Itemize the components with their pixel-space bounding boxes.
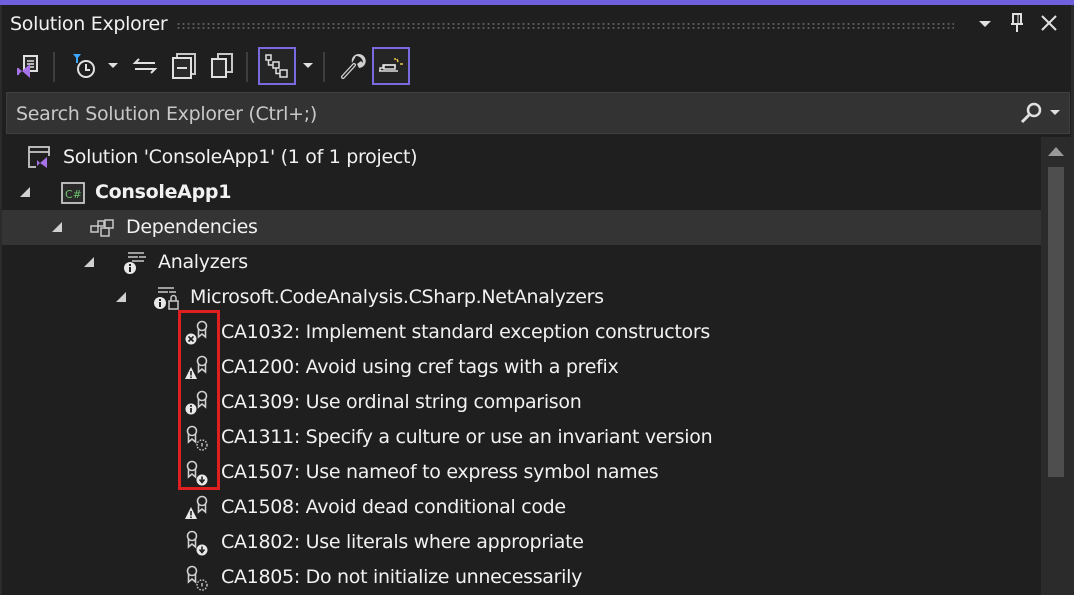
tree-item-label: CA1805: Do not initialize unnecessarily [221,566,583,588]
title-bar[interactable]: Solution Explorer [0,5,1074,41]
analyzer-package-icon [154,287,179,310]
tree-item-rule[interactable]: CA1311: Specify a culture or use an inva… [2,420,1041,455]
hierarchy-view-dropdown[interactable] [296,47,320,85]
hierarchy-view-button[interactable] [258,47,296,85]
tree-item-label: Microsoft.CodeAnalysis.CSharp.NetAnalyze… [190,286,604,308]
toolbar-separator [53,52,55,82]
tree-item-label: CA1309: Use ordinal string comparison [221,391,582,413]
close-icon [1041,15,1057,31]
chevron-down-icon[interactable] [1049,109,1061,117]
tree-item-analyzers[interactable]: Analyzers [2,245,1041,280]
collapse-all-icon [172,53,196,79]
preview-selected-items-button[interactable] [372,47,410,85]
toolbar-separator [246,52,248,82]
tree-item-rule[interactable]: CA1508: Avoid dead conditional code [2,490,1041,525]
scroll-up-arrow-icon[interactable] [1048,147,1064,156]
wrench-icon [341,54,366,79]
expand-arrow-icon[interactable] [84,257,94,267]
toolbar [0,44,1074,90]
tree-item-label: Solution 'ConsoleApp1' (1 of 1 project) [63,146,418,168]
search-input[interactable]: Search Solution Explorer (Ctrl+;) [16,103,317,125]
search-options[interactable] [1019,101,1061,125]
tree-item-rule[interactable]: CA1802: Use literals where appropriate [2,525,1041,560]
expand-arrow-icon[interactable] [20,187,30,197]
window-position-dropdown-button[interactable] [973,12,997,36]
tree-item-label: CA1508: Avoid dead conditional code [221,496,566,518]
highlight-annotation-box [178,310,220,490]
tree-item-label: CA1802: Use literals where appropriate [221,531,584,553]
collapse-all-button[interactable] [165,47,203,85]
switch-views-button[interactable] [8,47,46,85]
scroll-thumb[interactable] [1048,167,1064,477]
search-box[interactable]: Search Solution Explorer (Ctrl+;) [6,92,1070,134]
solution-icon [28,146,51,169]
drag-grip[interactable] [176,22,954,30]
tree-item-label: CA1032: Implement standard exception con… [221,321,710,343]
pending-changes-filter-button[interactable] [65,47,103,85]
toolbar-separator [323,52,325,82]
severity-none-rule-icon [186,530,208,556]
vertical-scrollbar[interactable] [1041,137,1071,595]
auto-hide-pin-button[interactable] [1005,11,1029,35]
preview-icon [379,58,403,72]
chevron-down-icon [979,21,991,27]
solution-tree: Solution 'ConsoleApp1' (1 of 1 project) … [2,138,1041,595]
csharp-project-icon: C# [61,182,85,204]
tree-item-solution[interactable]: Solution 'ConsoleApp1' (1 of 1 project) [2,140,1041,175]
severity-hidden-rule-icon [186,565,208,591]
pending-changes-filter-dropdown[interactable] [101,47,125,85]
chevron-down-icon [108,63,118,68]
tree-item-label: CA1200: Avoid using cref tags with a pre… [221,356,619,378]
tree-item-rule[interactable]: CA1507: Use nameof to express symbol nam… [2,455,1041,490]
tree-item-project[interactable]: C# ConsoleApp1 [2,175,1041,210]
properties-button[interactable] [334,47,372,85]
sync-arrows-icon [132,58,158,74]
tree-item-rule[interactable]: CA1309: Use ordinal string comparison [2,385,1041,420]
search-icon[interactable] [1019,101,1043,125]
show-all-files-icon [211,53,233,78]
show-all-files-button[interactable] [203,47,241,85]
clock-filter-icon [73,54,95,78]
svg-text:C#: C# [65,188,82,201]
tree-item-analyzer-package[interactable]: Microsoft.CodeAnalysis.CSharp.NetAnalyze… [2,280,1041,315]
tree-item-rule[interactable]: CA1805: Do not initialize unnecessarily [2,560,1041,595]
tree-item-rule[interactable]: CA1200: Avoid using cref tags with a pre… [2,350,1041,385]
tree-item-label: Dependencies [126,216,258,238]
hierarchy-icon [265,54,288,78]
window-title: Solution Explorer [10,13,168,35]
close-button[interactable] [1037,11,1061,35]
tree-item-dependencies[interactable]: Dependencies [2,210,1041,245]
severity-warning-rule-icon [185,495,208,519]
vs-solution-views-icon [17,55,38,78]
tree-item-label: ConsoleApp1 [95,181,232,203]
tree-item-rule[interactable]: CA1032: Implement standard exception con… [2,315,1041,350]
pin-icon [1011,13,1023,32]
tree-item-label: Analyzers [158,251,248,273]
analyzers-icon [124,252,146,274]
sync-with-active-document-button[interactable] [126,47,164,85]
tree-item-label: CA1311: Specify a culture or use an inva… [221,426,713,448]
tree-item-label: CA1507: Use nameof to express symbol nam… [221,461,659,483]
expand-arrow-icon[interactable] [52,222,62,232]
dependencies-icon [90,219,114,237]
expand-arrow-icon[interactable] [116,292,126,302]
chevron-down-icon [303,63,313,68]
